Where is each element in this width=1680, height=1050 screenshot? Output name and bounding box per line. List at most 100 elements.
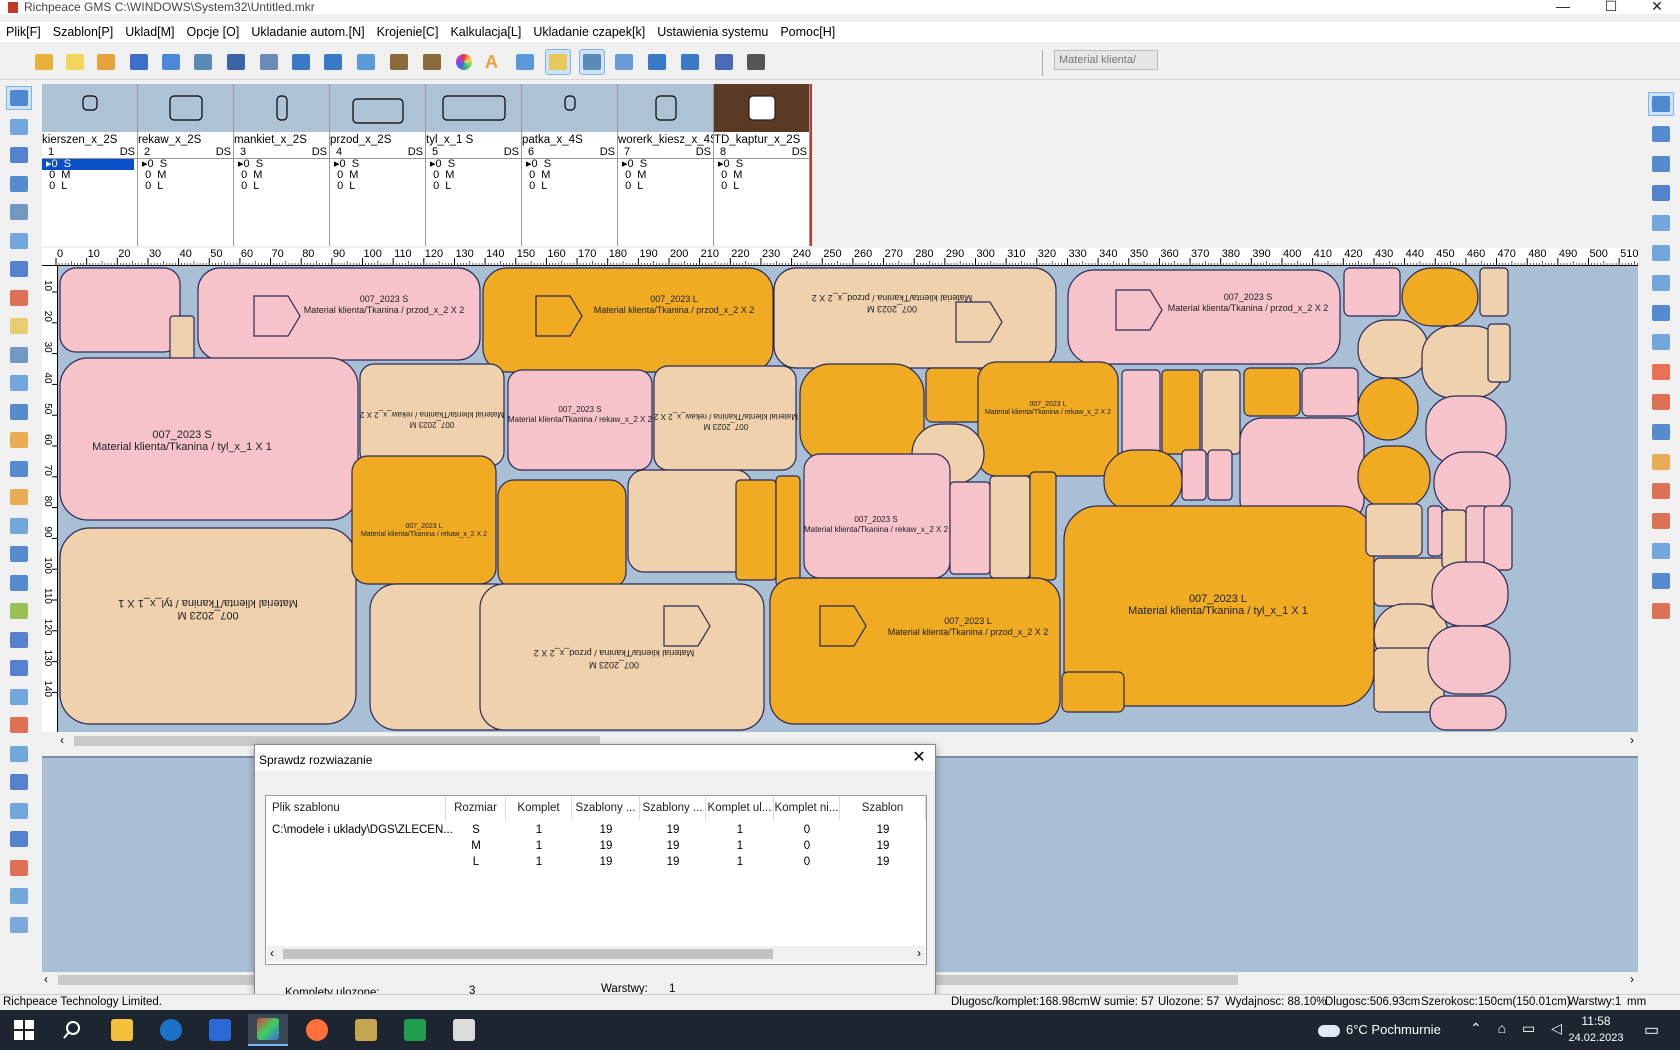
size-row[interactable]: 0 L	[42, 181, 137, 192]
pattern-column[interactable]: patka_x_4S 6 DS ▸0 S 0 M 0 L	[522, 84, 618, 246]
menu-krojenie[interactable]: Krojenie[C]	[377, 25, 439, 39]
taskbar-explorer[interactable]	[102, 1014, 142, 1046]
move-piece-tool[interactable]	[6, 229, 32, 253]
piece-mankiet-s[interactable]	[1483, 505, 1513, 571]
piece-mankiet-l[interactable]	[1243, 367, 1301, 417]
taskbar-app[interactable]	[346, 1014, 386, 1046]
piece-mankiet-m[interactable]	[1365, 503, 1423, 557]
minimize-button[interactable]: —	[1540, 0, 1586, 14]
cross-tool[interactable]	[1648, 509, 1674, 533]
select-arrow-tool[interactable]	[6, 86, 32, 110]
text-tool-tool[interactable]	[6, 457, 32, 481]
search-button[interactable]	[52, 1014, 92, 1046]
list-tool[interactable]	[1648, 420, 1674, 444]
redo-button[interactable]	[320, 49, 346, 75]
save-button[interactable]	[158, 49, 184, 75]
layers-tool[interactable]	[1648, 181, 1674, 205]
pattern-column[interactable]: TD_kaptur_x_2S 8 DS ▸0 S 0 M 0 L	[714, 84, 810, 246]
pattern-column[interactable]: tyl_x_1 S 5 DS ▸0 S 0 M 0 L	[426, 84, 522, 246]
piece-worek-l[interactable]	[1357, 377, 1419, 441]
clock-time[interactable]: 11:58	[1568, 1014, 1624, 1028]
piece-mankiet-s[interactable]	[1343, 267, 1401, 317]
flip-button[interactable]	[677, 49, 703, 75]
table-header-cell[interactable]: Komplet	[506, 796, 572, 820]
pattern-thumbnail[interactable]	[522, 84, 617, 132]
fill-a-tool[interactable]	[1648, 211, 1674, 235]
size-row[interactable]: 0 L	[426, 181, 521, 192]
tool-b-tool[interactable]	[6, 799, 32, 823]
piece-rekaw-l[interactable]	[977, 361, 1119, 477]
settings-button[interactable]	[419, 49, 445, 75]
menu-kalkulacja[interactable]: Kalkulacja[L]	[450, 25, 521, 39]
rotate-tool-tool[interactable]	[6, 571, 32, 595]
piece-mankiet-s[interactable]	[1207, 449, 1233, 501]
taskbar-outlook[interactable]	[151, 1014, 191, 1046]
m-tool-tool[interactable]	[6, 485, 32, 509]
rotate-piece-tool[interactable]	[6, 343, 32, 367]
taskbar-richpeace[interactable]	[248, 1014, 288, 1046]
menu-ukladanie-autom[interactable]: Ukladanie autom.[N]	[251, 25, 364, 39]
menu-opcje[interactable]: Opcje [O]	[187, 25, 240, 39]
import-button[interactable]	[353, 49, 379, 75]
pattern-column[interactable]: mankiet_x_2S 3 DS ▸0 S 0 M 0 L	[234, 84, 330, 246]
open-folder-button[interactable]	[31, 49, 57, 75]
table-header-cell[interactable]: Rozmiar	[446, 796, 506, 820]
color-tool-tool[interactable]	[6, 599, 32, 623]
piece-worek-s[interactable]	[1433, 451, 1511, 515]
piece-mankiet-m[interactable]	[1479, 267, 1509, 317]
zoom-fit-tool[interactable]	[1648, 92, 1674, 116]
size-row[interactable]: 0 L	[330, 181, 425, 192]
rotate-button[interactable]	[644, 49, 670, 75]
menu-szablon[interactable]: Szablon[P]	[53, 25, 113, 39]
undo-button[interactable]	[288, 49, 314, 75]
rectangle-tool[interactable]	[1648, 330, 1674, 354]
close-window-button[interactable]: ✕	[1634, 0, 1680, 14]
taskbar-firefox[interactable]	[297, 1014, 337, 1046]
menu-pomoc[interactable]: Pomoc[H]	[780, 25, 835, 39]
align-tool[interactable]	[6, 542, 32, 566]
magnify-tool[interactable]	[6, 257, 32, 281]
zoom-area-tool[interactable]	[6, 115, 32, 139]
preview-button[interactable]	[256, 49, 282, 75]
piece-mankiet-s[interactable]	[1301, 367, 1359, 417]
menu-ukladanie-czapek[interactable]: Ukladanie czapek[k]	[533, 25, 645, 39]
weather-widget[interactable]: 6°C Pochmurnie	[1318, 1022, 1441, 1037]
layout-a-button[interactable]	[545, 49, 571, 75]
pattern-column[interactable]: przod_x_2S 4 DS ▸0 S 0 M 0 L	[330, 84, 426, 246]
size-row[interactable]: 0 L	[234, 181, 329, 192]
tools-button[interactable]	[386, 49, 412, 75]
fill-b-tool[interactable]	[1648, 241, 1674, 265]
piece-mankiet-l[interactable]	[775, 475, 801, 587]
piece-rekaw-l[interactable]	[497, 479, 627, 589]
pattern-thumbnail[interactable]	[426, 84, 521, 132]
table-horizontal-scrollbar[interactable]: ‹ ›	[267, 946, 925, 962]
pattern-column[interactable]: rekaw_x_2S 2 DS ▸0 S 0 M 0 L	[138, 84, 234, 246]
menu-ustawienia-systemu[interactable]: Ustawienia systemu	[657, 25, 768, 39]
menu-uklad[interactable]: Uklad[M]	[125, 25, 174, 39]
warning-tool[interactable]	[1648, 599, 1674, 623]
piece-patka-l[interactable]	[799, 363, 925, 463]
pan-tool[interactable]	[6, 200, 32, 224]
pattern-thumbnail[interactable]	[234, 84, 329, 132]
piece-worek-l[interactable]	[1401, 267, 1479, 327]
notification-icon[interactable]: ▭	[1644, 1020, 1659, 1040]
grid-button[interactable]	[611, 49, 637, 75]
size-row[interactable]: 0 L	[618, 181, 713, 192]
text-button[interactable]: A	[481, 49, 507, 75]
table-header-cell[interactable]: Komplet ul...	[706, 796, 774, 820]
edit-piece-tool[interactable]	[6, 514, 32, 538]
pattern-thumbnail[interactable]	[714, 84, 809, 132]
dialog-close-button[interactable]: ✕	[909, 748, 929, 768]
image-button[interactable]	[512, 49, 538, 75]
piece-worek-s[interactable]	[1427, 625, 1511, 695]
table-header-cell[interactable]: Komplet ni...	[774, 796, 840, 820]
piece-mankiet-l[interactable]	[1161, 369, 1201, 455]
copy-piece-tool[interactable]	[6, 400, 32, 424]
tool-c-tool[interactable]	[6, 827, 32, 851]
size-row[interactable]: 0 L	[714, 181, 809, 192]
pattern-column[interactable]: worerk_kiesz_x_4S 7 DS ▸0 S 0 M 0 L	[618, 84, 714, 246]
piece-mankiet-s[interactable]	[1427, 505, 1443, 557]
tool-e-tool[interactable]	[6, 884, 32, 908]
print-button[interactable]	[190, 49, 216, 75]
tray-icons[interactable]: ⌃ ⌂ ▭ ◁	[1470, 1020, 1568, 1037]
